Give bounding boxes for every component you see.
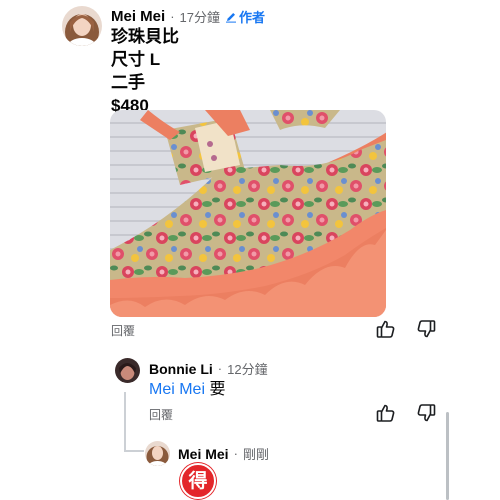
comment-header: Mei Mei · 17分鐘 作者 <box>111 6 265 26</box>
avatar-mei-mei[interactable] <box>145 441 170 466</box>
thumbs-up-icon[interactable] <box>375 402 397 424</box>
comment-line: 尺寸 L <box>111 50 161 69</box>
separator-dot: · <box>233 446 238 461</box>
separator-dot: · <box>217 361 223 376</box>
pencil-icon <box>225 10 237 23</box>
reply-header: Mei Mei · 剛剛 <box>178 444 269 463</box>
author-name[interactable]: Mei Mei <box>111 8 165 25</box>
comment-photo[interactable] <box>110 110 386 317</box>
reply-button[interactable]: 回覆 <box>149 406 173 423</box>
comment-time[interactable]: 12分鐘 <box>227 359 267 378</box>
sticker[interactable]: 得 <box>180 463 216 499</box>
separator-dot: · <box>170 8 175 24</box>
scrollbar[interactable] <box>446 412 449 500</box>
comment-time[interactable]: 17分鐘 <box>180 7 220 26</box>
author-badge-label: 作者 <box>239 9 266 25</box>
sticker-text: 得 <box>188 470 208 492</box>
avatar-bonnie-li[interactable] <box>115 358 140 383</box>
comment-text: 珍珠貝比 尺寸 L 二手 $480 <box>111 25 179 117</box>
comment-line: 二手 <box>111 73 145 92</box>
thumbs-down-icon[interactable] <box>415 318 437 340</box>
floral-dress-image <box>110 110 386 317</box>
author-name[interactable]: Bonnie Li <box>149 361 213 377</box>
avatar-image <box>62 6 102 46</box>
comment-time[interactable]: 剛剛 <box>243 444 269 463</box>
reply-body: 要 <box>209 381 226 398</box>
reply-text: Mei Mei 要 <box>149 379 225 401</box>
thread-connector-curve <box>124 450 144 452</box>
avatar-mei-mei[interactable] <box>62 6 102 46</box>
mention-link[interactable]: Mei Mei <box>149 381 205 398</box>
avatar-image <box>145 441 170 466</box>
avatar-image <box>115 358 140 383</box>
comment-line: 珍珠貝比 <box>111 27 179 46</box>
thumbs-down-icon[interactable] <box>415 402 437 424</box>
reply-button[interactable]: 回覆 <box>111 322 135 339</box>
author-badge: 作者 <box>225 7 265 26</box>
thread-connector <box>124 392 126 452</box>
thumbs-up-icon[interactable] <box>375 318 397 340</box>
author-name[interactable]: Mei Mei <box>178 446 229 462</box>
reply-header: Bonnie Li · 12分鐘 <box>149 359 268 378</box>
